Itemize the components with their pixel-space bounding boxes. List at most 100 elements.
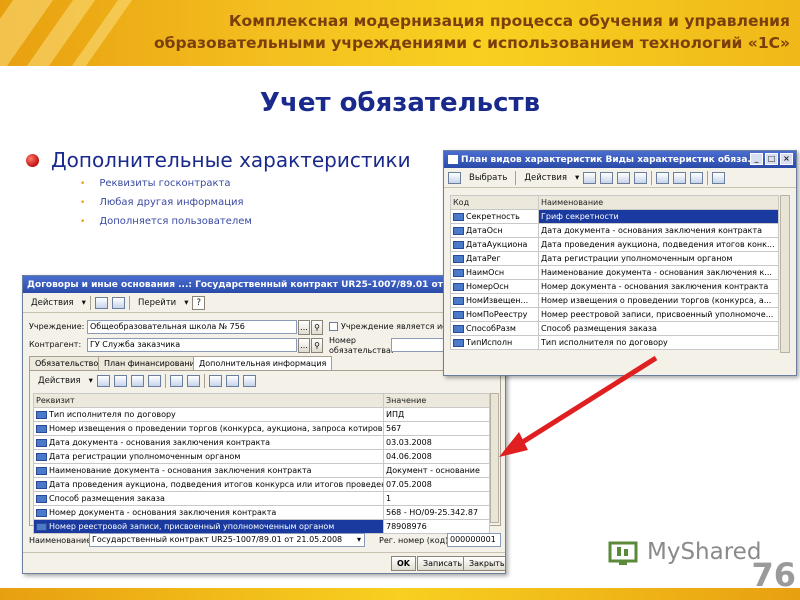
search-icon[interactable]: ⚲ (311, 338, 323, 353)
table-row[interactable]: Номер извещения о проведении торгов (кон… (33, 421, 490, 436)
minimize-icon[interactable]: _ (750, 153, 763, 165)
row-value[interactable]: 568 - НО/09-25.342.87 (383, 505, 490, 520)
delete-icon[interactable] (634, 171, 648, 184)
row-name[interactable]: Способ размещения заказа (538, 321, 779, 336)
delete-icon[interactable] (147, 375, 161, 387)
table-row[interactable]: НомИзвещен... Номер извещения о проведени… (450, 293, 779, 308)
close-icon[interactable]: × (780, 153, 793, 165)
tab-obligation[interactable]: Обязательство (29, 356, 105, 370)
down-icon[interactable] (186, 375, 200, 387)
table-row[interactable]: НомерОсн Номер документа - основания закл… (450, 279, 779, 294)
row-attribute[interactable]: Способ размещения заказа (33, 491, 384, 506)
ok-button[interactable]: OK (391, 556, 416, 571)
table-row[interactable]: ТипИсполн Тип исполнителя по договору (450, 335, 779, 350)
back-icon[interactable] (94, 296, 108, 309)
select-button[interactable]: Выбрать (465, 171, 511, 185)
row-code[interactable]: НаимОсн (450, 265, 539, 280)
actions-menu[interactable]: Действия (27, 296, 78, 310)
row-name[interactable]: Гриф секретности (538, 209, 779, 224)
counterparty-field[interactable]: ГУ Служба заказчика (87, 338, 297, 352)
row-code[interactable]: ТипИсполн (450, 335, 539, 350)
edit-icon[interactable] (617, 171, 631, 184)
row-code[interactable]: Секретность (450, 209, 539, 224)
row-value[interactable]: 03.03.2008 (383, 435, 490, 450)
table-row[interactable]: ДатаОсн Дата документа - основания заключ… (450, 223, 779, 238)
row-name[interactable]: Наименование документа - основания заклю… (538, 265, 779, 280)
row-attribute[interactable]: Наименование документа - основания заклю… (33, 463, 384, 478)
name-field[interactable]: Государственный контракт UR25-1007/89.01… (89, 533, 365, 547)
table-row[interactable]: Наименование документа - основания заклю… (33, 463, 490, 478)
table-row[interactable]: ДатаРег Дата регистрации уполномоченным о… (450, 251, 779, 266)
chevron-down-icon[interactable]: ▾ (353, 533, 365, 548)
filter-off-icon[interactable] (242, 375, 256, 387)
institution-field[interactable]: Общеобразовательная школа № 756 (87, 320, 297, 334)
close-button[interactable]: Закрыть (463, 556, 505, 571)
row-code[interactable]: НомПоРеестру (450, 307, 539, 322)
table-row[interactable]: Номер реестровой записи, присвоенный упо… (33, 519, 490, 534)
table-row[interactable]: Дата регистрации уполномоченным органом 0… (33, 449, 490, 464)
row-code[interactable]: НомИзвещен... (450, 293, 539, 308)
scrollbar[interactable] (490, 393, 499, 523)
copy-icon[interactable] (600, 171, 614, 184)
sort-icon[interactable] (208, 375, 222, 387)
table-row[interactable]: Дата проведения аукциона, подведения ито… (33, 477, 490, 492)
row-attribute[interactable]: Дата регистрации уполномоченным органом (33, 449, 384, 464)
edit-icon[interactable] (130, 375, 144, 387)
row-name[interactable]: Дата проведения аукциона, подведения ито… (538, 237, 779, 252)
help-button[interactable]: ? (192, 295, 205, 310)
row-code[interactable]: СпособРазм (450, 321, 539, 336)
row-value[interactable]: 567 (383, 421, 490, 436)
column-header[interactable]: Значение (383, 393, 490, 408)
table-row[interactable]: Номер документа - основания заключения к… (33, 505, 490, 520)
table-row[interactable]: НомПоРеестру Номер реестровой записи, при… (450, 307, 779, 322)
row-attribute[interactable]: Номер извещения о проведении торгов (кон… (33, 421, 384, 436)
select-button[interactable]: … (298, 338, 310, 353)
checkbox-icon[interactable] (329, 322, 338, 331)
table-row[interactable]: Секретность Гриф секретности (450, 209, 779, 224)
scrollbar[interactable] (780, 195, 790, 353)
table-row[interactable]: Способ размещения заказа 1 (33, 491, 490, 506)
up-icon[interactable] (169, 375, 183, 387)
row-attribute[interactable]: Дата документа - основания заключения ко… (33, 435, 384, 450)
table-row[interactable]: Дата документа - основания заключения ко… (33, 435, 490, 450)
institution-checkbox[interactable]: Учреждение является исп (329, 322, 452, 331)
filter-off-icon[interactable] (690, 171, 704, 184)
row-name[interactable]: Тип исполнителя по договору (538, 335, 779, 350)
row-attribute[interactable]: Номер реестровой записи, присвоенный упо… (33, 519, 384, 534)
reg-number-field[interactable]: 000000001 (447, 533, 501, 547)
row-name[interactable]: Номер извещения о проведении торгов (кон… (538, 293, 779, 308)
table-row[interactable]: НаимОсн Наименование документа - основани… (450, 265, 779, 280)
add-icon[interactable] (96, 375, 110, 387)
plan-titlebar[interactable]: План видов характеристик Виды характерис… (444, 151, 796, 168)
filter-icon[interactable] (673, 171, 687, 184)
row-code[interactable]: ДатаРег (450, 251, 539, 266)
row-value[interactable]: 04.06.2008 (383, 449, 490, 464)
row-value[interactable]: ИПД (383, 407, 490, 422)
column-header[interactable]: Код (450, 195, 539, 210)
row-name[interactable]: Номер реестровой записи, присвоенный упо… (538, 307, 779, 322)
goto-menu[interactable]: Перейти (134, 296, 180, 310)
row-code[interactable]: ДатаОсн (450, 223, 539, 238)
table-row[interactable]: СпособРазм Способ размещения заказа (450, 321, 779, 336)
forward-icon[interactable] (111, 296, 125, 309)
contract-titlebar[interactable]: Договоры и иные основания ...: Государст… (23, 276, 505, 293)
select-button[interactable]: … (298, 320, 310, 335)
row-value[interactable]: 07.05.2008 (383, 477, 490, 492)
search-icon[interactable]: ⚲ (311, 320, 323, 335)
row-attribute[interactable]: Дата проведения аукциона, подведения ито… (33, 477, 384, 492)
column-header[interactable]: Наименование (538, 195, 779, 210)
table-row[interactable]: Тип исполнителя по договору ИПД (33, 407, 490, 422)
row-name[interactable]: Дата регистрации уполномоченным органом (538, 251, 779, 266)
column-header[interactable]: Реквизит (33, 393, 384, 408)
actions-menu[interactable]: Действия (520, 171, 571, 185)
sort-icon[interactable] (656, 171, 670, 184)
filter-icon[interactable] (225, 375, 239, 387)
row-attribute[interactable]: Номер документа - основания заключения к… (33, 505, 384, 520)
table-row[interactable]: ДатаАукциона Дата проведения аукциона, по… (450, 237, 779, 252)
save-button[interactable]: Записать (417, 556, 469, 571)
maximize-icon[interactable]: □ (765, 153, 778, 165)
row-value[interactable]: 1 (383, 491, 490, 506)
row-attribute[interactable]: Тип исполнителя по договору (33, 407, 384, 422)
row-name[interactable]: Дата документа - основания заключения ко… (538, 223, 779, 238)
row-value[interactable]: Документ - основание (383, 463, 490, 478)
